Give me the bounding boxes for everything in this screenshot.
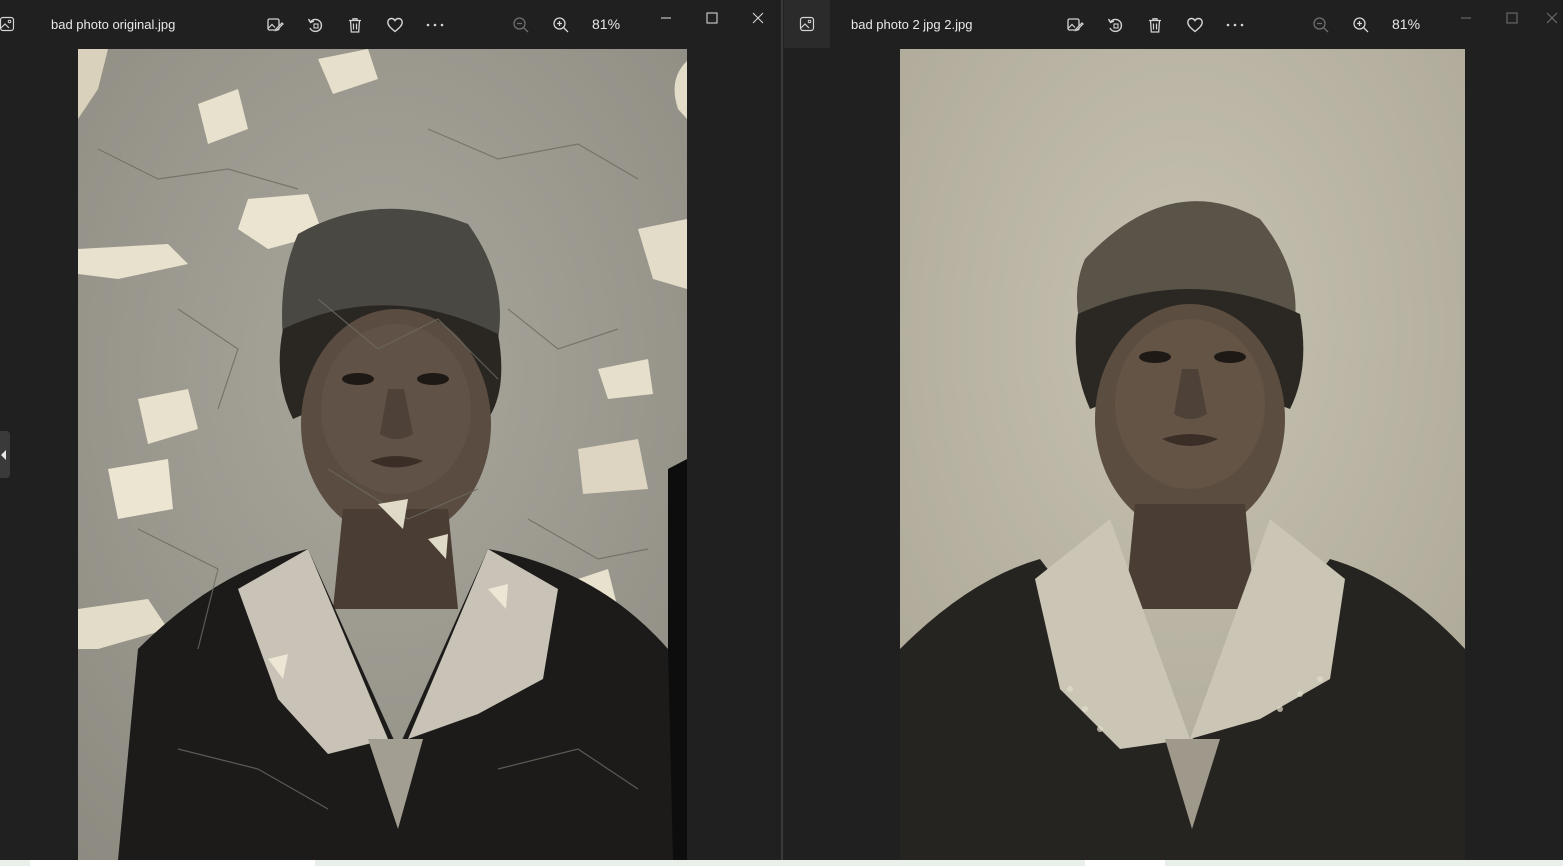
close-icon — [1546, 12, 1558, 24]
close-button[interactable] — [741, 6, 775, 30]
rotate-button[interactable] — [1102, 12, 1128, 38]
zoom-level[interactable]: 81% — [592, 16, 620, 32]
maximize-icon — [706, 12, 718, 24]
zoom-out-icon — [1313, 17, 1329, 33]
more-icon — [426, 23, 444, 27]
close-button[interactable] — [1535, 6, 1563, 30]
zoom-out-icon — [513, 17, 529, 33]
rotate-icon — [307, 18, 323, 33]
favorite-icon — [387, 17, 403, 33]
zoom-in-icon — [1353, 17, 1369, 33]
delete-icon — [349, 18, 361, 33]
maximize-button[interactable] — [1495, 6, 1529, 30]
delete-button[interactable] — [342, 12, 368, 38]
window-title: bad photo original.jpg — [51, 17, 176, 32]
delete-icon — [1149, 18, 1161, 33]
title-bar[interactable]: bad photo 2 jpg 2.jpg 81% — [783, 0, 1563, 48]
edit-image-icon — [1067, 18, 1084, 32]
zoom-level[interactable]: 81% — [1392, 16, 1420, 32]
minimize-icon — [661, 17, 671, 19]
more-icon — [1226, 23, 1244, 27]
rotate-icon — [1107, 18, 1123, 33]
rotate-button[interactable] — [302, 12, 328, 38]
photos-app-icon — [784, 0, 830, 48]
photo-viewer-window-restored: bad photo 2 jpg 2.jpg 81% — [783, 0, 1563, 860]
photo-viewer-window-original: bad photo original.jpg 81% — [0, 0, 781, 860]
more-options-button[interactable] — [422, 12, 448, 38]
more-options-button[interactable] — [1222, 12, 1248, 38]
zoom-out-button[interactable] — [1308, 12, 1334, 38]
favorite-button[interactable] — [382, 12, 408, 38]
zoom-in-icon — [553, 17, 569, 33]
close-icon — [752, 12, 764, 24]
minimize-button[interactable] — [649, 6, 683, 30]
minimize-button[interactable] — [1449, 6, 1483, 30]
zoom-in-button[interactable] — [548, 12, 574, 38]
zoom-out-button[interactable] — [508, 12, 534, 38]
photos-app-icon — [0, 0, 30, 48]
previous-image-handle[interactable] — [0, 431, 10, 478]
edit-image-button[interactable] — [262, 12, 288, 38]
edit-image-button[interactable] — [1062, 12, 1088, 38]
restored-photo — [900, 49, 1465, 860]
damaged-photo — [78, 49, 687, 860]
chevron-left-icon — [1, 449, 6, 460]
taskbar-edge — [0, 860, 1563, 866]
zoom-in-button[interactable] — [1348, 12, 1374, 38]
title-bar[interactable]: bad photo original.jpg 81% — [0, 0, 781, 48]
maximize-button[interactable] — [695, 6, 729, 30]
delete-button[interactable] — [1142, 12, 1168, 38]
window-title: bad photo 2 jpg 2.jpg — [851, 17, 973, 32]
favorite-icon — [1187, 17, 1203, 33]
minimize-icon — [1461, 17, 1471, 19]
maximize-icon — [1506, 12, 1518, 24]
desktop: bad photo original.jpg 81% bad photo 2 j… — [0, 0, 1563, 866]
favorite-button[interactable] — [1182, 12, 1208, 38]
edit-image-icon — [267, 18, 284, 32]
